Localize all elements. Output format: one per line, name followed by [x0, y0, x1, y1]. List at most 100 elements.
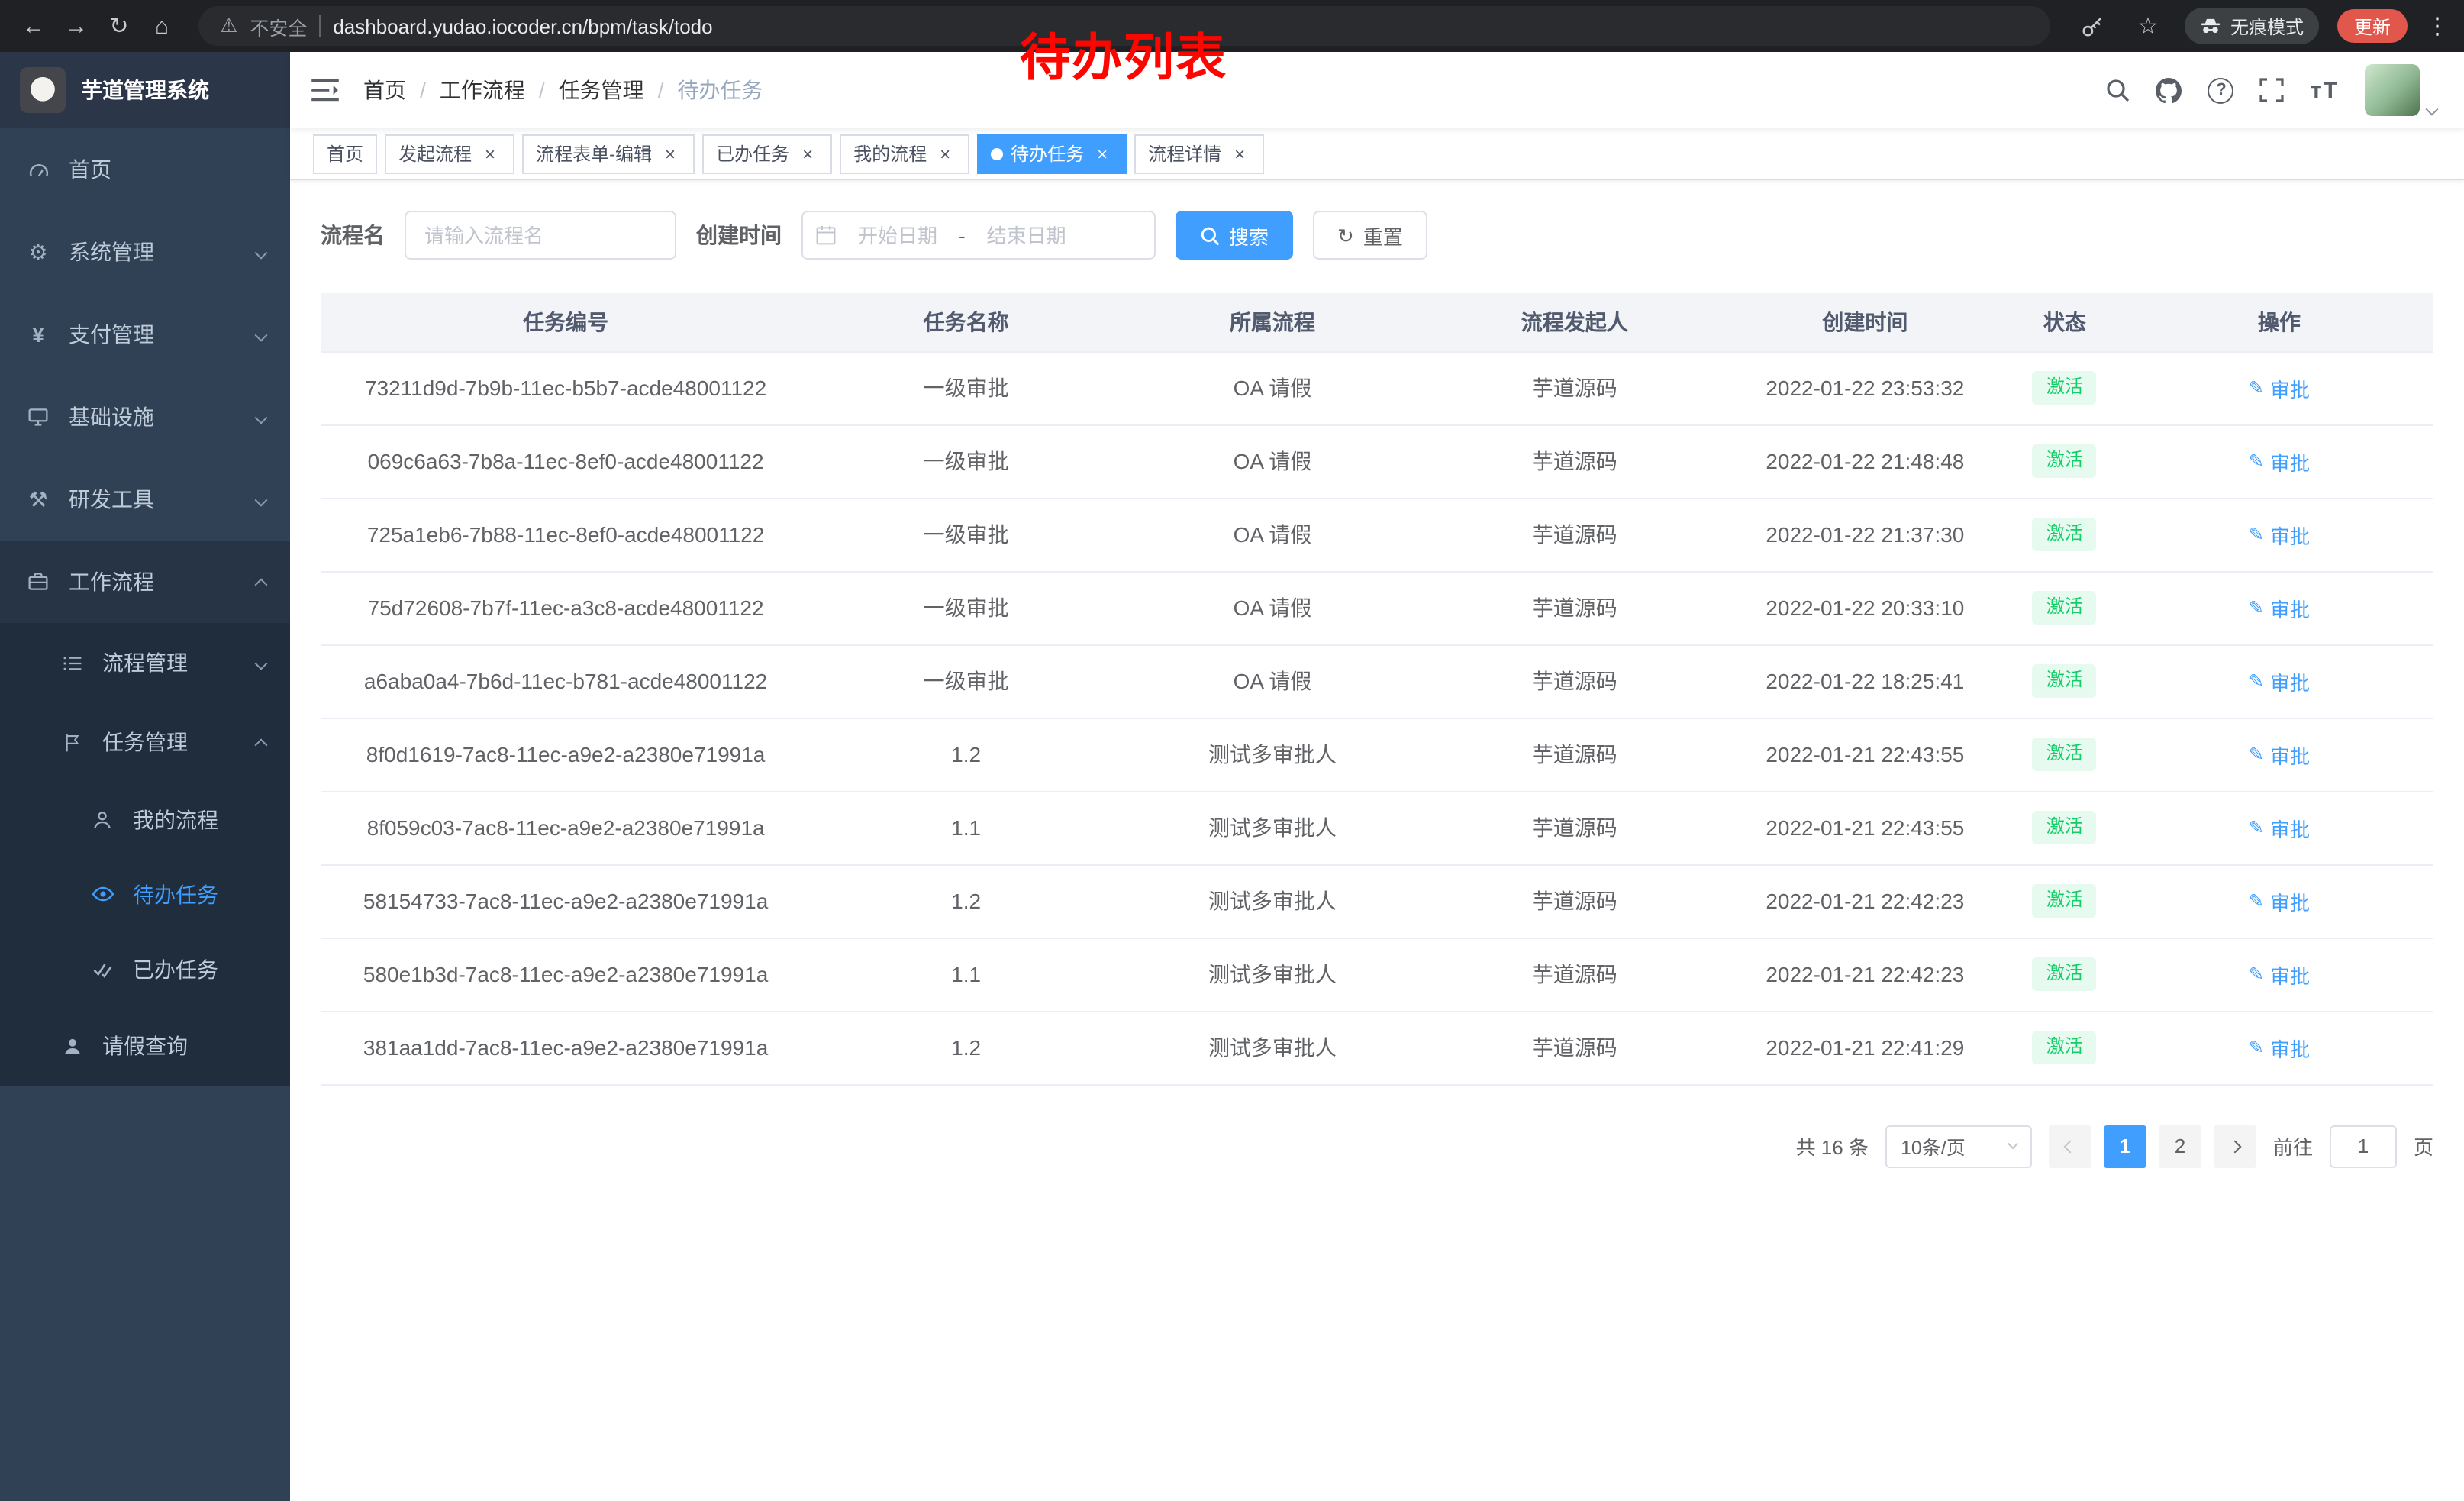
total-count: 共 16 条 — [1796, 1131, 1869, 1160]
chrome-menu-icon[interactable]: ⋮ — [2426, 12, 2449, 40]
sidebar-item-home[interactable]: 首页 — [0, 128, 290, 211]
tag[interactable]: 流程详情 × — [1134, 134, 1264, 173]
page-1-button[interactable]: 1 — [2104, 1125, 2146, 1167]
breadcrumb-workflow[interactable]: 工作流程 — [440, 75, 525, 105]
tag[interactable]: 发起流程 × — [385, 134, 514, 173]
chevron-down-icon — [2008, 1138, 2018, 1149]
cell-process: 测试多审批人 — [1121, 1011, 1424, 1084]
page-size-select[interactable]: 10条/页 — [1885, 1125, 2032, 1167]
edit-pen-icon: ✎ — [2249, 964, 2264, 985]
logo-image — [20, 67, 66, 113]
filter-bar: 流程名 创建时间 - 搜索 ↻ 重置 — [321, 211, 2433, 260]
start-date-input[interactable] — [840, 224, 956, 247]
tag[interactable]: 已办任务 × — [702, 134, 832, 173]
fullscreen-icon[interactable] — [2260, 78, 2285, 102]
chrome-update-button[interactable]: 更新 — [2337, 9, 2408, 43]
tag-close-icon[interactable]: × — [479, 143, 501, 164]
forward-icon[interactable]: → — [58, 8, 95, 44]
sidebar-item-label: 已办任务 — [133, 954, 218, 984]
approve-link[interactable]: ✎ 审批 — [2249, 813, 2310, 842]
app-logo[interactable]: 芋道管理系统 — [0, 52, 290, 128]
date-range-picker[interactable]: - — [801, 211, 1156, 260]
status-badge: 激活 — [2033, 885, 2097, 917]
approve-link[interactable]: ✎ 审批 — [2249, 740, 2310, 769]
status-badge: 激活 — [2033, 592, 2097, 624]
font-size-icon[interactable]: тT — [2311, 77, 2339, 103]
todo-table: 任务编号 任务名称 所属流程 流程发起人 创建时间 状态 操作 73211d9d… — [321, 293, 2433, 1085]
approve-link[interactable]: ✎ 审批 — [2249, 1033, 2310, 1062]
table-row: a6aba0a4-7b6d-11ec-b781-acde48001122 一级审… — [321, 644, 2433, 718]
cell-create-time: 2022-01-21 22:41:29 — [1726, 1011, 2004, 1084]
next-page-button[interactable] — [2214, 1125, 2256, 1167]
sidebar-item-workflow[interactable]: 工作流程 — [0, 541, 290, 623]
workflow-submenu: 流程管理 任务管理 我的流程 — [0, 623, 290, 1086]
tag-close-icon[interactable]: × — [1092, 143, 1113, 164]
password-key-icon[interactable] — [2075, 8, 2111, 44]
tag-close-icon[interactable]: × — [660, 143, 681, 164]
approve-link[interactable]: ✎ 审批 — [2249, 667, 2310, 696]
back-icon[interactable]: ← — [15, 8, 52, 44]
sidebar-item-my-process[interactable]: 我的流程 — [0, 782, 290, 857]
page-size-value: 10条/页 — [1901, 1131, 1966, 1160]
tag-close-icon[interactable]: × — [797, 143, 818, 164]
list-icon — [58, 653, 85, 673]
refresh-icon[interactable]: ↻ — [101, 8, 137, 44]
sidebar-item-task-mgmt[interactable]: 任务管理 — [0, 702, 290, 782]
cell-process: 测试多审批人 — [1121, 864, 1424, 938]
page-2-button[interactable]: 2 — [2159, 1125, 2201, 1167]
approve-link[interactable]: ✎ 审批 — [2249, 886, 2310, 915]
prev-page-button[interactable] — [2049, 1125, 2091, 1167]
goto-page-input[interactable] — [2330, 1125, 2397, 1167]
approve-link[interactable]: ✎ 审批 — [2249, 960, 2310, 989]
cell-create-time: 2022-01-21 22:42:23 — [1726, 864, 2004, 938]
user-menu[interactable] — [2365, 64, 2437, 116]
end-date-input[interactable] — [969, 224, 1085, 247]
home-icon[interactable]: ⌂ — [144, 8, 180, 44]
process-name-input[interactable] — [405, 211, 676, 260]
search-icon — [1200, 225, 1220, 245]
tag-close-icon[interactable]: × — [934, 143, 956, 164]
sidebar-item-infra[interactable]: 基础设施 — [0, 376, 290, 458]
gear-icon: ⚙ — [24, 239, 52, 265]
bookmark-star-icon[interactable]: ☆ — [2130, 8, 2166, 44]
approve-link[interactable]: ✎ 审批 — [2249, 593, 2310, 622]
sidebar-item-process-mgmt[interactable]: 流程管理 — [0, 623, 290, 702]
eye-icon — [89, 883, 116, 905]
sidebar-collapse-icon[interactable] — [311, 78, 339, 102]
app-title: 芋道管理系统 — [81, 75, 209, 105]
cell-status: 激活 — [2004, 791, 2125, 864]
tag[interactable]: 待办任务 × — [977, 134, 1127, 173]
breadcrumb-task-mgmt[interactable]: 任务管理 — [559, 75, 644, 105]
cell-task-id: 8f059c03-7ac8-11ec-a9e2-a2380e71991a — [321, 791, 811, 864]
approve-link[interactable]: ✎ 审批 — [2249, 520, 2310, 549]
sidebar-item-devtools[interactable]: ⚒ 研发工具 — [0, 458, 290, 541]
refresh-icon: ↻ — [1337, 225, 1354, 245]
tag-label: 待办任务 — [1011, 140, 1084, 166]
approve-label: 审批 — [2270, 740, 2310, 769]
sidebar-item-leave-query[interactable]: 请假查询 — [0, 1006, 290, 1086]
reset-button[interactable]: ↻ 重置 — [1313, 211, 1427, 260]
page-buttons: 1 2 — [2049, 1125, 2256, 1167]
tag[interactable]: 首页 × — [313, 134, 377, 173]
cell-action: ✎ 审批 — [2125, 864, 2433, 938]
github-icon[interactable] — [2156, 77, 2182, 103]
approve-link[interactable]: ✎ 审批 — [2249, 447, 2310, 476]
sidebar-item-label: 任务管理 — [102, 727, 188, 757]
search-button[interactable]: 搜索 — [1176, 211, 1293, 260]
tag-close-icon[interactable]: × — [1229, 143, 1250, 164]
help-icon[interactable]: ? — [2208, 77, 2234, 103]
edit-pen-icon: ✎ — [2249, 597, 2264, 618]
caret-down-icon — [2426, 103, 2439, 116]
sidebar-item-todo-task[interactable]: 待办任务 — [0, 857, 290, 931]
search-icon[interactable] — [2106, 78, 2130, 102]
sidebar-item-done-task[interactable]: 已办任务 — [0, 931, 290, 1006]
tag[interactable]: 我的流程 × — [840, 134, 969, 173]
cell-starter: 芋道源码 — [1424, 864, 1726, 938]
sidebar-item-payment[interactable]: ¥ 支付管理 — [0, 293, 290, 376]
address-bar[interactable]: ⚠ 不安全 dashboard.yudao.iocoder.cn/bpm/tas… — [198, 6, 2050, 46]
approve-link[interactable]: ✎ 审批 — [2249, 373, 2310, 402]
sidebar-item-system[interactable]: ⚙ 系统管理 — [0, 211, 290, 293]
breadcrumb-separator: / — [539, 78, 545, 102]
breadcrumb-home[interactable]: 首页 — [363, 75, 406, 105]
tag[interactable]: 流程表单-编辑 × — [522, 134, 695, 173]
